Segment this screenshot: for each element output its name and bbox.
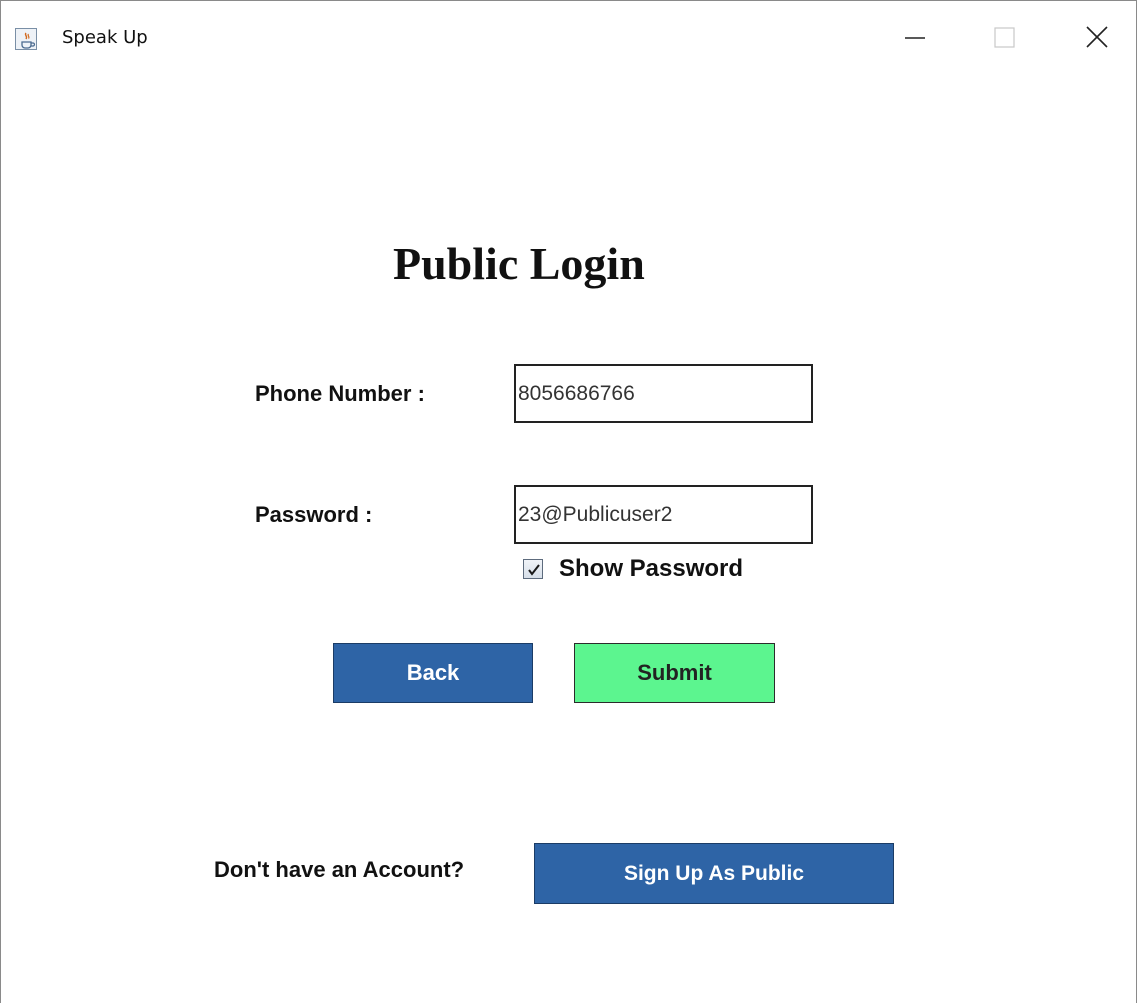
app-window: Speak Up Public Login Phone Number : Pas…	[0, 0, 1137, 1003]
title-bar[interactable]: Speak Up	[1, 1, 1136, 75]
close-icon	[1086, 26, 1108, 48]
minimize-icon	[905, 37, 925, 39]
maximize-button[interactable]	[976, 1, 1036, 75]
close-button[interactable]	[1067, 1, 1127, 75]
minimize-button[interactable]	[887, 1, 947, 75]
page-title: Public Login	[393, 238, 645, 289]
signup-prompt: Don't have an Account?	[214, 857, 465, 882]
password-label: Password :	[255, 502, 373, 527]
sign-up-button[interactable]: Sign Up As Public	[534, 843, 894, 904]
java-cup-icon	[15, 28, 37, 50]
checkbox-checked-icon[interactable]	[523, 559, 543, 579]
submit-button[interactable]: Submit	[574, 643, 775, 703]
show-password-label: Show Password	[559, 555, 744, 582]
window-title: Speak Up	[62, 27, 148, 48]
back-button[interactable]: Back	[333, 643, 533, 703]
maximize-icon	[994, 27, 1015, 48]
password-field[interactable]	[514, 485, 813, 544]
phone-number-field[interactable]	[514, 364, 813, 423]
phone-number-label: Phone Number :	[255, 381, 425, 406]
